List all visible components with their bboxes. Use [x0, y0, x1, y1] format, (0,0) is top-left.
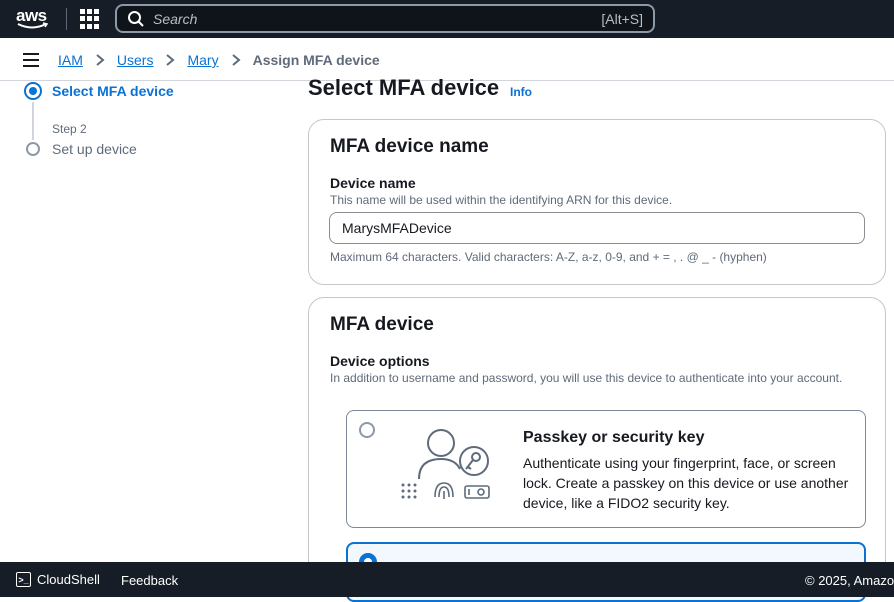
services-menu-icon[interactable]	[80, 9, 100, 29]
passkey-illustration-icon	[401, 429, 490, 499]
terminal-icon: >_	[16, 572, 31, 587]
option-passkey-description: Authenticate using your fingerprint, fac…	[523, 455, 849, 511]
search-shortcut-hint: [Alt+S]	[601, 10, 643, 27]
footer: >_ CloudShell Feedback © 2025, Amazon	[0, 562, 894, 597]
step-2: Set up device	[26, 141, 137, 157]
nav-divider	[66, 8, 67, 30]
device-options-description: In addition to username and password, yo…	[330, 371, 843, 385]
search-input[interactable]	[153, 10, 573, 27]
step-1[interactable]: Select MFA device	[24, 82, 274, 100]
aws-smile-icon	[17, 22, 49, 29]
mfa-device-name-card: MFA device name Device name This name wi…	[308, 119, 886, 285]
top-navigation: aws [Alt+S]	[0, 0, 894, 38]
card-title-device-name: MFA device name	[330, 136, 489, 157]
radio-passkey[interactable]	[359, 422, 375, 438]
chevron-right-icon	[231, 54, 241, 66]
cloudshell-label: CloudShell	[37, 572, 100, 587]
breadcrumb-iam[interactable]: IAM	[58, 52, 83, 68]
breadcrumb: IAM Users Mary Assign MFA device	[58, 52, 380, 68]
option-passkey-title: Passkey or security key	[523, 429, 705, 446]
option-passkey[interactable]: Passkey or security key Authenticate usi…	[346, 410, 866, 528]
breadcrumb-mary[interactable]: Mary	[187, 52, 218, 68]
device-options-label: Device options	[330, 353, 430, 369]
device-name-constraint: Maximum 64 characters. Valid characters:…	[330, 250, 767, 264]
page-title: Select MFA device	[308, 75, 500, 100]
step-pending-icon	[26, 142, 40, 156]
mfa-device-card: MFA device Device options In addition to…	[308, 297, 886, 602]
step-current-icon	[24, 82, 42, 100]
wizard-steps: Select MFA device Step 2 Set up device	[24, 82, 274, 157]
device-name-label: Device name	[330, 175, 416, 191]
breadcrumb-users[interactable]: Users	[117, 52, 154, 68]
chevron-right-icon	[166, 54, 176, 66]
search-icon	[128, 10, 144, 27]
step-1-label: Select MFA device	[52, 83, 174, 99]
device-name-description: This name will be used within the identi…	[330, 193, 673, 207]
step-connector	[32, 102, 34, 140]
chevron-right-icon	[96, 54, 105, 66]
search-bar[interactable]: [Alt+S]	[115, 4, 655, 33]
device-name-input[interactable]	[329, 212, 865, 244]
breadcrumb-current: Assign MFA device	[252, 52, 380, 68]
info-link[interactable]: Info	[510, 85, 532, 99]
aws-logo[interactable]: aws	[16, 6, 50, 32]
cloudshell-button[interactable]: >_ CloudShell	[16, 572, 100, 587]
copyright-text: © 2025, Amazon	[805, 573, 894, 588]
card-title-mfa-device: MFA device	[330, 314, 434, 335]
step-2-label: Set up device	[52, 141, 137, 157]
feedback-link[interactable]: Feedback	[121, 573, 178, 588]
menu-icon[interactable]	[23, 53, 39, 67]
step-2-number: Step 2	[52, 122, 87, 136]
